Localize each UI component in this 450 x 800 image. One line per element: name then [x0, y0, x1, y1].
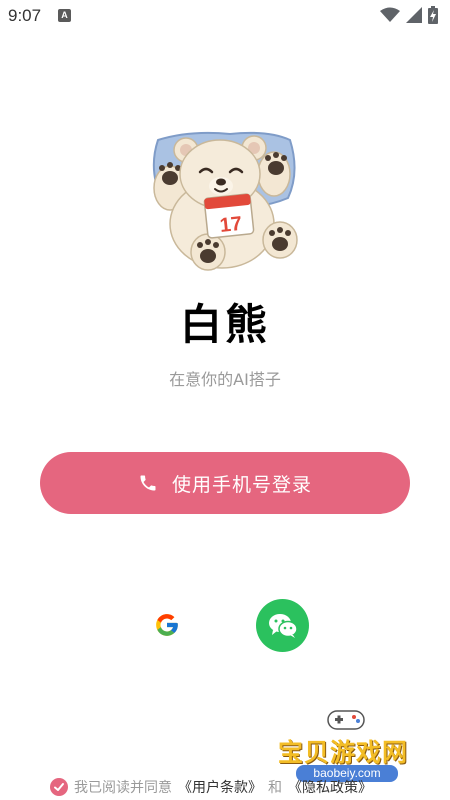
battery-charging-icon [428, 6, 438, 24]
google-icon [156, 614, 178, 636]
status-icons [380, 6, 438, 24]
notification-a-icon: A [58, 9, 71, 22]
google-login-button[interactable] [150, 601, 184, 649]
phone-login-button[interactable]: 使用手机号登录 [40, 452, 410, 514]
phone-login-label: 使用手机号登录 [171, 474, 312, 496]
watermark-logo: 宝贝游戏网 baobeiy.com [272, 705, 424, 787]
watermark-text: 宝贝游戏网 [278, 738, 409, 767]
agreement-row: 我已阅读并同意 《用户条款》 和 《隐私政策》 [50, 776, 372, 798]
agreement-prefix: 我已阅读并同意 [74, 780, 172, 796]
polar-bear-mascot-icon: 17 [152, 131, 298, 271]
checkmark-icon [54, 783, 64, 791]
privacy-link[interactable]: 《隐私政策》 [288, 777, 372, 797]
signal-icon [406, 7, 422, 23]
wechat-login-button[interactable] [256, 599, 309, 652]
app-title: 白熊 [179, 300, 270, 349]
status-bar: 9:07 A [0, 0, 450, 34]
status-time: 9:07 [8, 6, 42, 25]
wechat-icon [268, 613, 298, 638]
gamepad-icon [327, 710, 365, 730]
calendar-day-label: 17 [219, 213, 243, 237]
agreement-conjunction: 和 [268, 780, 282, 796]
wifi-icon [380, 7, 400, 22]
terms-link[interactable]: 《用户条款》 [178, 777, 262, 797]
phone-icon [140, 475, 156, 491]
app-tagline: 在意你的AI搭子 [169, 370, 281, 389]
agreement-checkbox[interactable] [50, 778, 68, 796]
